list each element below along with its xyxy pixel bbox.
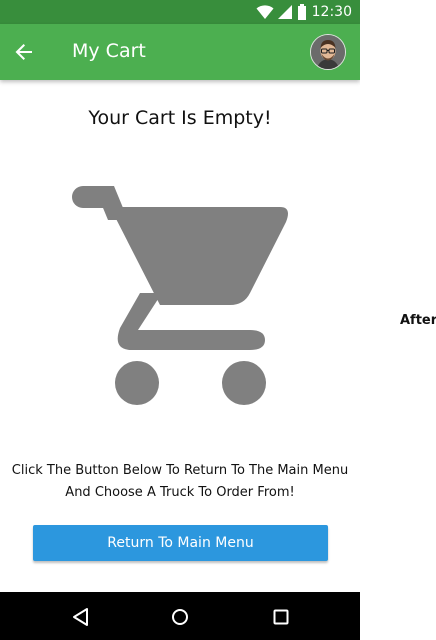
user-avatar-image: [311, 35, 345, 69]
battery-icon: [298, 4, 306, 20]
recents-square-icon[interactable]: [268, 604, 294, 630]
page-title: My Cart: [72, 40, 146, 62]
shopping-cart-icon: [72, 186, 288, 405]
status-bar: 12:30: [0, 0, 360, 24]
instructions-text: Click The Button Below To Return To The …: [0, 460, 360, 504]
app-bar: My Cart: [0, 24, 360, 80]
after-annotation-label: After: [400, 313, 436, 328]
empty-cart-title: Your Cart Is Empty!: [88, 107, 272, 129]
instructions-line-2: And Choose A Truck To Order From!: [65, 485, 295, 500]
return-to-main-menu-button[interactable]: Return To Main Menu: [33, 525, 328, 561]
cell-signal-icon: [278, 5, 292, 19]
wifi-icon: [256, 5, 274, 19]
home-circle-icon[interactable]: [167, 604, 193, 630]
system-nav-bar: [0, 592, 360, 640]
phone-screen: 12:30 My Cart Your Cart Is Empty! Click …: [0, 0, 360, 640]
back-triangle-icon[interactable]: [68, 604, 94, 630]
instructions-line-1: Click The Button Below To Return To The …: [11, 463, 349, 478]
avatar[interactable]: [310, 34, 346, 70]
arrow-back-icon[interactable]: [10, 38, 38, 66]
status-time: 12:30: [311, 4, 352, 20]
